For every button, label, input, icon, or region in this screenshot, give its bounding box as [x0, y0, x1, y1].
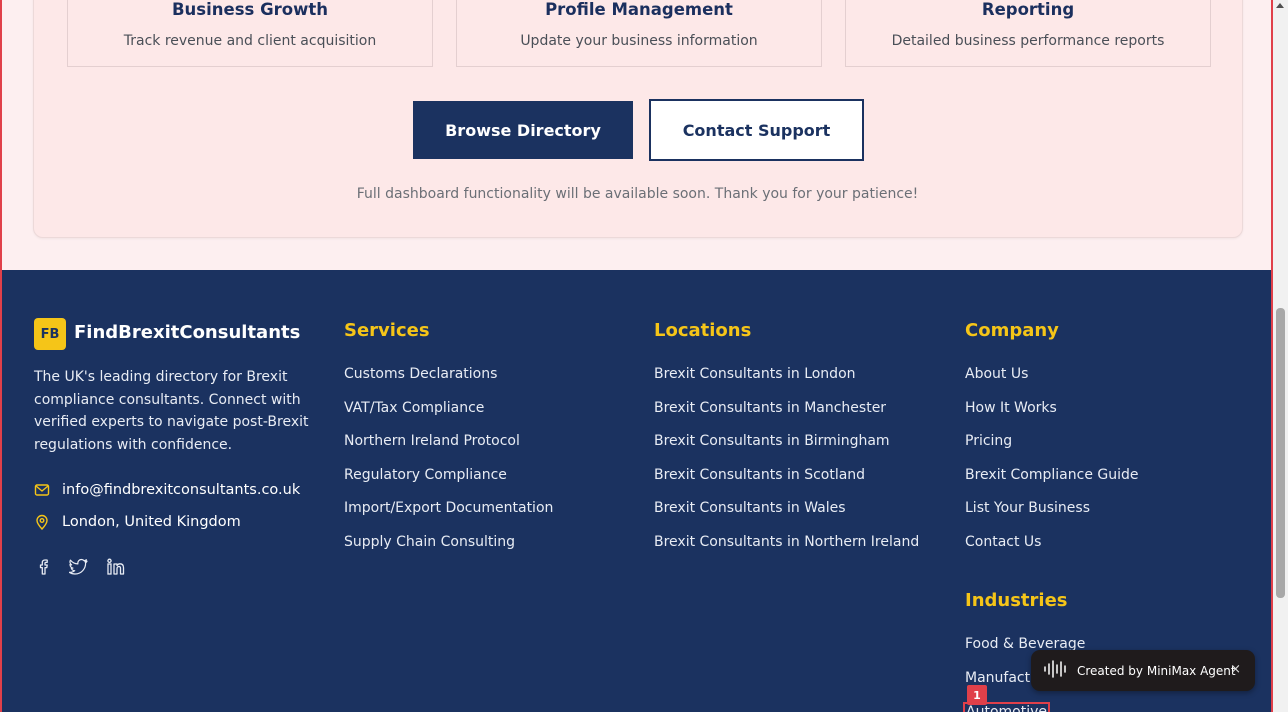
close-icon[interactable]: ×: [1230, 662, 1241, 677]
page-frame: Business Growth Track revenue and client…: [0, 0, 1273, 712]
services-link-import-export[interactable]: Import/Export Documentation: [344, 500, 553, 534]
scrollbar-thumb[interactable]: [1276, 308, 1285, 598]
location-link-northern-ireland[interactable]: Brexit Consultants in Northern Ireland: [654, 534, 919, 568]
locations-heading: Locations: [654, 320, 752, 341]
element-index-marker: 1: [967, 685, 987, 705]
feature-card-profile-management: Profile Management Update your business …: [456, 0, 822, 67]
feature-description: Detailed business performance reports: [891, 33, 1165, 49]
linkedin-icon[interactable]: [106, 557, 126, 577]
services-link-supply-chain[interactable]: Supply Chain Consulting: [344, 534, 553, 568]
mail-icon: [34, 482, 50, 498]
minimax-agent-badge[interactable]: Created by MiniMax Agent ×: [1031, 650, 1255, 691]
dashboard-section: Business Growth Track revenue and client…: [2, 0, 1271, 270]
company-link-pricing[interactable]: Pricing: [965, 433, 1139, 467]
location-link-birmingham[interactable]: Brexit Consultants in Birmingham: [654, 433, 919, 467]
brand-name[interactable]: FindBrexitConsultants: [74, 322, 300, 343]
footer-about-text: The UK's leading directory for Brexit co…: [34, 369, 309, 453]
browse-directory-button[interactable]: Browse Directory: [413, 101, 633, 159]
feature-card-business-growth: Business Growth Track revenue and client…: [67, 0, 433, 67]
feature-title: Business Growth: [171, 0, 329, 19]
feature-title: Profile Management: [545, 0, 733, 19]
services-link-vat[interactable]: VAT/Tax Compliance: [344, 400, 553, 434]
company-link-guide[interactable]: Brexit Compliance Guide: [965, 467, 1139, 501]
footer-location: London, United Kingdom: [62, 514, 241, 530]
location-link-manchester[interactable]: Brexit Consultants in Manchester: [654, 400, 919, 434]
company-link-list-business[interactable]: List Your Business: [965, 500, 1139, 534]
sound-wave-icon: [1043, 659, 1069, 682]
industry-link-automotive[interactable]: Automotive: [963, 702, 1085, 712]
availability-notice: Full dashboard functionality will be ava…: [356, 186, 919, 202]
facebook-icon[interactable]: [34, 557, 54, 577]
badge-text: Created by MiniMax Agent: [1077, 663, 1236, 678]
scroll-up-arrow-icon[interactable]: [1276, 3, 1284, 8]
footer-email[interactable]: info@findbrexitconsultants.co.uk: [62, 482, 300, 498]
feature-card-reporting: Reporting Detailed business performance …: [845, 0, 1211, 67]
site-footer: FB FindBrexitConsultants The UK's leadin…: [2, 270, 1271, 712]
industries-heading: Industries: [965, 590, 1068, 611]
location-link-scotland[interactable]: Brexit Consultants in Scotland: [654, 467, 919, 501]
company-link-contact[interactable]: Contact Us: [965, 534, 1139, 568]
services-heading: Services: [344, 320, 430, 341]
contact-support-button[interactable]: Contact Support: [649, 99, 864, 161]
company-link-about[interactable]: About Us: [965, 366, 1139, 400]
vertical-scrollbar[interactable]: [1273, 0, 1288, 712]
company-link-how-it-works[interactable]: How It Works: [965, 400, 1139, 434]
locations-list: Brexit Consultants in London Brexit Cons…: [654, 366, 919, 568]
feature-description: Track revenue and client acquisition: [123, 33, 377, 49]
map-pin-icon: [34, 514, 50, 531]
services-list: Customs Declarations VAT/Tax Compliance …: [344, 366, 553, 568]
footer-location-row: London, United Kingdom: [34, 514, 241, 531]
services-link-customs[interactable]: Customs Declarations: [344, 366, 553, 400]
location-link-london[interactable]: Brexit Consultants in London: [654, 366, 919, 400]
feature-title: Reporting: [981, 0, 1075, 19]
company-list: About Us How It Works Pricing Brexit Com…: [965, 366, 1139, 568]
logo-badge[interactable]: FB: [34, 318, 66, 350]
services-link-ni-protocol[interactable]: Northern Ireland Protocol: [344, 433, 553, 467]
footer-email-row[interactable]: info@findbrexitconsultants.co.uk: [34, 482, 300, 498]
industry-link-automotive-label[interactable]: Automotive: [963, 702, 1050, 712]
services-link-regulatory[interactable]: Regulatory Compliance: [344, 467, 553, 501]
twitter-icon[interactable]: [68, 557, 89, 577]
company-heading: Company: [965, 320, 1059, 341]
feature-description: Update your business information: [520, 33, 758, 49]
location-link-wales[interactable]: Brexit Consultants in Wales: [654, 500, 919, 534]
